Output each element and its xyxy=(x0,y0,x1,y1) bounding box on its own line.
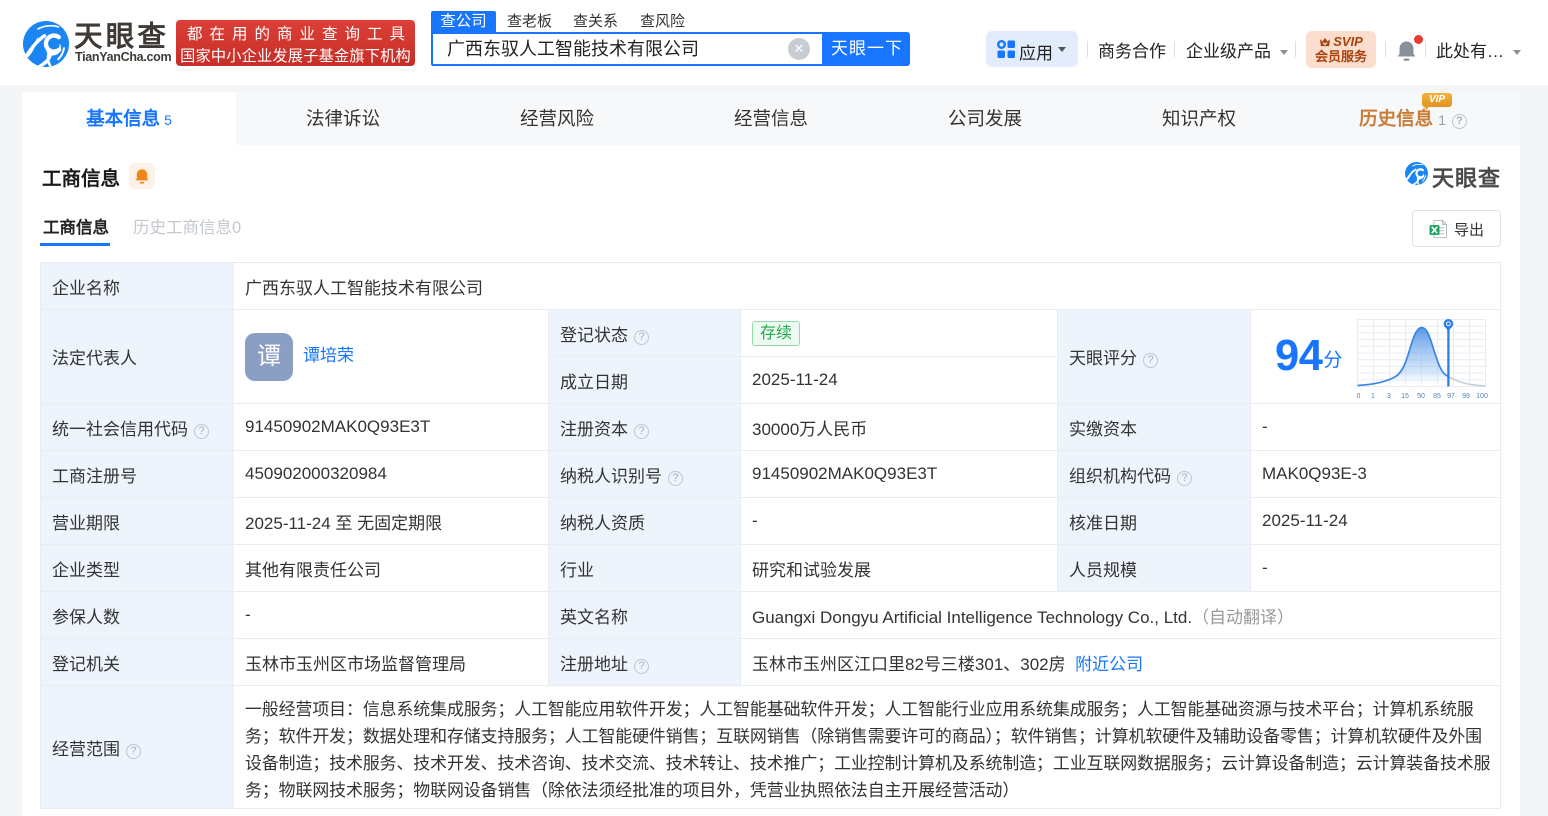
svg-text:50: 50 xyxy=(1417,393,1425,400)
svg-text:99: 99 xyxy=(1462,393,1470,400)
svg-text:3: 3 xyxy=(1387,393,1391,400)
svg-text:0: 0 xyxy=(1357,393,1361,400)
svg-text:1: 1 xyxy=(1371,393,1375,400)
svg-text:15: 15 xyxy=(1401,393,1409,400)
svg-text:85: 85 xyxy=(1433,393,1441,400)
svg-text:97: 97 xyxy=(1447,393,1455,400)
svg-text:100: 100 xyxy=(1476,393,1488,400)
